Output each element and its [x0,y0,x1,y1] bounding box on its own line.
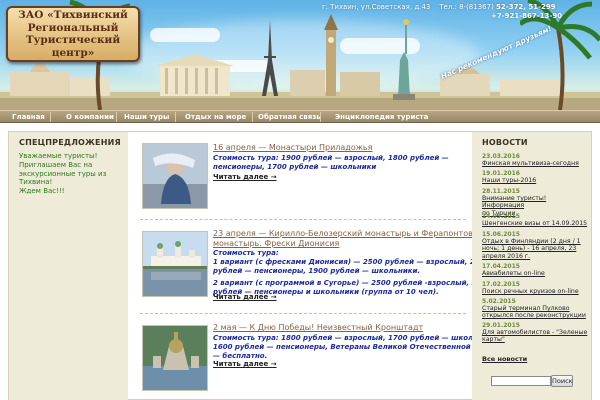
news-date: 5.02.2015 [482,298,516,305]
news-link[interactable]: Старый терминал Пулково открылся после р… [482,305,590,320]
nav-item-encyclopedia[interactable]: Энциклопедия туриста [335,111,428,123]
tour-description: Стоимость тура: 1800 рублей — взрослый, … [213,334,499,360]
news-link[interactable]: Наши туры-2016 [482,177,590,184]
tour-image-kirillo-belozersky[interactable] [142,231,208,297]
nav-item-home[interactable]: Главная [12,111,45,123]
address-text: г. Тихвин, ул.Советская, д.43 [322,3,431,11]
page-content: СПЕЦПРЕДЛОЖЕНИЯ Уважаемые туристы! Пригл… [0,123,600,400]
news-date: 19.01.2016 [482,170,520,177]
tour-image-kronstadt[interactable] [142,325,208,391]
nav-separator [175,112,176,122]
nav-separator [50,112,51,122]
all-news-link[interactable]: Все новости [482,355,527,363]
tour-title[interactable]: 23 апреля — Кирилло-Белозерский монастыр… [213,229,473,249]
phone-number: 52-372, 51-299 [496,3,556,11]
main-navigation: Главная О компании Наши туры Отдых на мо… [0,110,600,123]
search-button[interactable]: Поиск [551,375,573,387]
special-offers-title: СПЕЦПРЕДЛОЖЕНИЯ [19,138,121,147]
nav-item-feedback[interactable]: Обратная связь [258,111,321,123]
nav-separator [320,112,321,122]
read-more-link[interactable]: Читать далее → [213,293,277,301]
news-link[interactable]: Поиск речных круизов on-line [482,288,590,295]
news-title: НОВОСТИ [482,138,528,147]
mobile-phone: +7-921-867-13-90 [491,12,563,20]
search-input[interactable] [491,376,551,386]
nav-separator [252,112,253,122]
special-offers-text: Уважаемые туристы! Приглашаем Вас на экс… [19,152,107,196]
news-date: 17.04.2015 [482,263,520,270]
tour-divider [140,313,466,314]
tour-title[interactable]: 2 мая — К Дню Победы! Неизвестный Кроншт… [213,323,423,333]
tour-description: Стоимость тура: 1900 рублей — взрослый, … [213,154,449,171]
news-date: 28.11.2015 [482,188,520,195]
nav-item-tours[interactable]: Наши туры [124,111,169,123]
news-link[interactable]: Авиабилеты on-line [482,270,590,277]
news-date: 29.01.2015 [482,322,520,329]
news-link[interactable]: Шенгенские визы от 14.09.2015 [482,220,590,227]
contact-info: г. Тихвин, ул.Советская, д.43 Тел.: 8-(8… [322,3,556,11]
news-date: 14.09.2015 [482,213,520,220]
news-link[interactable]: Отдых в Финляндии (2 дня / 1 ночь; 1 ден… [482,238,590,260]
tour-title[interactable]: 16 апреля — Монастыри Приладожья [213,143,372,153]
tour-image-monasteries[interactable] [142,143,208,209]
news-sidebar: НОВОСТИ 23.03.2016 Финская мультивиза-се… [472,132,591,400]
news-date: 15.06.2015 [482,231,520,238]
news-date: 23.03.2016 [482,153,520,160]
header-banner: ЗАО «Тихвинский Региональный Туристическ… [0,0,600,110]
company-logo[interactable]: ЗАО «Тихвинский Региональный Туристическ… [6,6,140,62]
news-date: 17.02.2015 [482,281,520,288]
special-offers-sidebar: СПЕЦПРЕДЛОЖЕНИЯ Уважаемые туристы! Пригл… [9,132,128,400]
nav-separator [116,112,117,122]
phone-label: Тел.: 8-(81367) [439,3,494,11]
read-more-link[interactable]: Читать далее → [213,173,277,181]
tour-description: Стоимость тура: 1 вариант (с фресками Ди… [213,249,492,296]
read-more-link[interactable]: Читать далее → [213,360,277,368]
nav-item-sea-vacation[interactable]: Отдых на море [185,111,246,123]
news-link[interactable]: Финская мультивиза-сегодня [482,160,590,167]
tour-divider [140,219,466,220]
news-link[interactable]: Для автомобилистов - "Зеленые карты" [482,329,590,344]
nav-item-about[interactable]: О компании [66,111,114,123]
